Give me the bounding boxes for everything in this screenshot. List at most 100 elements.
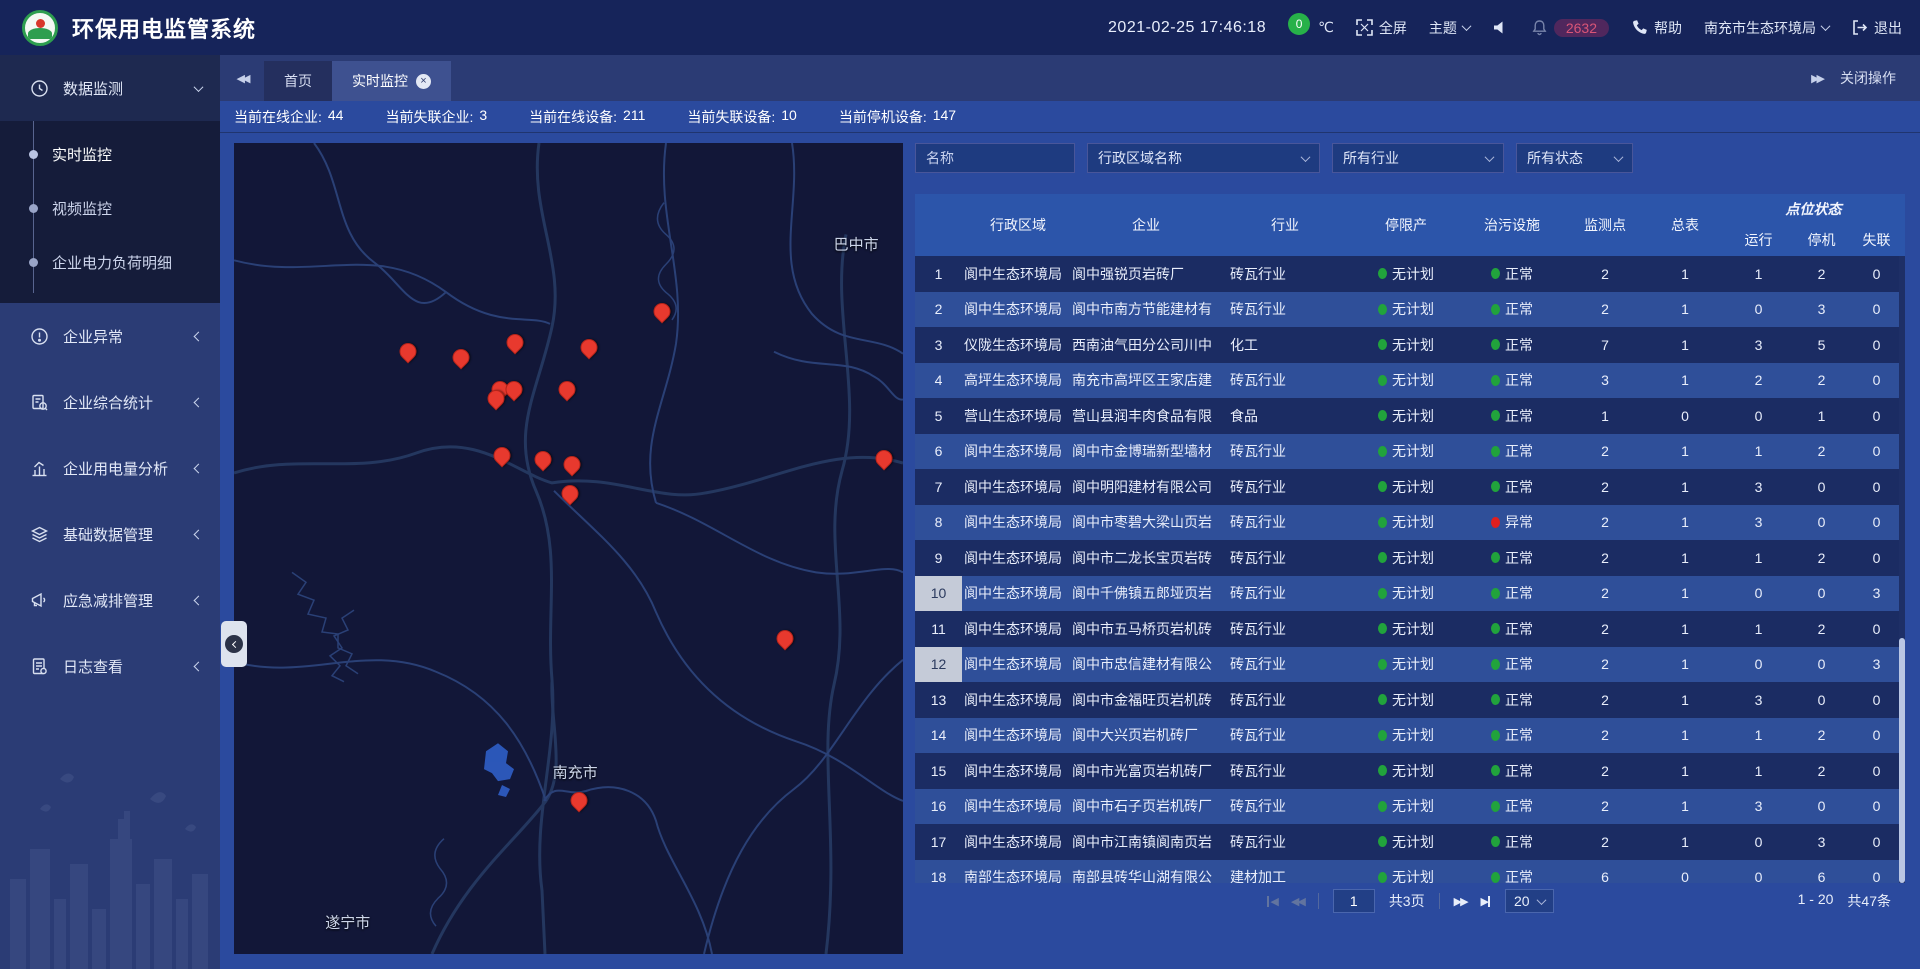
- table-row[interactable]: 11阆中生态环境局阆中市五马桥页岩机砖砖瓦行业无计划正常21120: [915, 611, 1905, 647]
- table-row[interactable]: 10阆中生态环境局阆中千佛镇五郎垭页岩砖瓦行业无计划正常21003: [915, 576, 1905, 612]
- scrollbar-thumb[interactable]: [1899, 638, 1905, 883]
- sidebar-item-realtime-monitor[interactable]: 实时监控: [0, 127, 220, 181]
- region-filter-select[interactable]: 行政区域名称: [1087, 143, 1320, 173]
- cell-facility: 正常: [1462, 398, 1562, 434]
- sidebar-item-enterprise-abnormal[interactable]: 企业异常: [0, 303, 220, 369]
- fullscreen-button[interactable]: 全屏: [1356, 18, 1407, 38]
- cell-region: 阆中生态环境局: [962, 292, 1072, 328]
- page-size-select[interactable]: 20: [1505, 889, 1554, 913]
- header-lost: 失联: [1848, 224, 1905, 256]
- sidebar-item-power-analysis[interactable]: 企业用电量分析: [0, 435, 220, 501]
- cell-region: 高坪生态环境局: [962, 363, 1072, 399]
- table-row[interactable]: 1阆中生态环境局阆中强锐页岩砖厂砖瓦行业无计划正常21120: [915, 256, 1905, 292]
- cell-stop: 0: [1795, 469, 1848, 505]
- cell-run: 0: [1722, 292, 1795, 328]
- cell-region: 仪陇生态环境局: [962, 327, 1072, 363]
- first-page-icon[interactable]: ◀: [1266, 895, 1276, 908]
- cell-num: 13: [915, 682, 962, 718]
- table-row[interactable]: 16阆中生态环境局阆中市石子页岩机砖厂砖瓦行业无计划正常21300: [915, 789, 1905, 825]
- theme-dropdown[interactable]: 主题: [1429, 18, 1470, 38]
- status-dot-green: [1491, 623, 1500, 634]
- cell-lost: 0: [1848, 327, 1905, 363]
- prev-page-icon[interactable]: ◀◀: [1291, 895, 1304, 908]
- sidebar-item-enterprise-statistics[interactable]: 企业综合统计: [0, 369, 220, 435]
- notification-badge: 2632: [1554, 19, 1609, 37]
- sidebar-item-base-data[interactable]: 基础数据管理: [0, 501, 220, 567]
- sidebar-item-data-monitor[interactable]: 数据监测: [0, 55, 220, 121]
- status-dot-green: [1491, 304, 1500, 315]
- sidebar-item-power-load-detail[interactable]: 企业电力负荷明细: [0, 235, 220, 289]
- cell-industry: 砖瓦行业: [1220, 292, 1350, 328]
- cell-lost: 0: [1848, 256, 1905, 292]
- help-button[interactable]: 帮助: [1631, 18, 1682, 38]
- cell-region: 阆中生态环境局: [962, 611, 1072, 647]
- table-row[interactable]: 6阆中生态环境局阆中市金博瑞新型墙材砖瓦行业无计划正常21120: [915, 434, 1905, 470]
- sound-button[interactable]: [1492, 19, 1509, 36]
- cell-points: 2: [1562, 718, 1648, 754]
- table-row[interactable]: 8阆中生态环境局阆中市枣碧大梁山页岩砖瓦行业无计划异常21300: [915, 505, 1905, 541]
- table-row[interactable]: 5营山生态环境局营山县润丰肉食品有限食品无计划正常10010: [915, 398, 1905, 434]
- cell-company: 阆中市枣碧大梁山页岩: [1072, 505, 1220, 541]
- table-row[interactable]: 15阆中生态环境局阆中市光富页岩机砖厂砖瓦行业无计划正常21120: [915, 753, 1905, 789]
- status-dot-red: [1491, 517, 1500, 528]
- cell-region: 阆中生态环境局: [962, 824, 1072, 860]
- table-row[interactable]: 7阆中生态环境局阆中明阳建材有限公司砖瓦行业无计划正常21300: [915, 469, 1905, 505]
- tab-realtime-monitor[interactable]: 实时监控 ×: [332, 61, 451, 101]
- cell-stop: 0: [1795, 576, 1848, 612]
- next-page-icon[interactable]: ▶▶: [1454, 895, 1467, 908]
- cell-region: 阆中生态环境局: [962, 434, 1072, 470]
- cell-run: 0: [1722, 824, 1795, 860]
- table-row[interactable]: 12阆中生态环境局阆中市忠信建材有限公砖瓦行业无计划正常21003: [915, 647, 1905, 683]
- log-file-icon: [30, 657, 49, 676]
- table-row[interactable]: 18南部生态环境局南部县砖华山湖有限公建材加工无计划正常60060: [915, 860, 1905, 884]
- notifications[interactable]: 2632: [1531, 19, 1609, 37]
- bar-chart-icon: [30, 459, 49, 478]
- pager-divider: [1318, 893, 1319, 909]
- table-row[interactable]: 3仪陇生态环境局西南油气田分公司川中化工无计划正常71350: [915, 327, 1905, 363]
- table-header: 行政区域 企业 行业 停限产 治污设施 监测点 总表 点位状态 运行: [915, 194, 1905, 256]
- table-row[interactable]: 17阆中生态环境局阆中市江南镇阆南页岩砖瓦行业无计划正常21030: [915, 824, 1905, 860]
- chevron-down-icon: [1485, 152, 1495, 162]
- sidebar-item-emergency-reduction[interactable]: 应急减排管理: [0, 567, 220, 633]
- table-row[interactable]: 4高坪生态环境局南充市高坪区王家店建砖瓦行业无计划正常31220: [915, 363, 1905, 399]
- table-row[interactable]: 13阆中生态环境局阆中市金福旺页岩机砖砖瓦行业无计划正常21300: [915, 682, 1905, 718]
- name-filter-input[interactable]: [926, 150, 1064, 166]
- page-number-input[interactable]: [1333, 889, 1375, 913]
- logout-button[interactable]: 退出: [1851, 18, 1902, 38]
- close-operations[interactable]: ▶▶ 关闭操作: [1787, 55, 1920, 101]
- sidebar-item-video-monitor[interactable]: 视频监控: [0, 181, 220, 235]
- cell-meters: 1: [1648, 611, 1722, 647]
- cell-stop: 1: [1795, 398, 1848, 434]
- status-dot-green: [1378, 836, 1387, 847]
- tab-scroll-left-icon[interactable]: ◀◀: [220, 55, 264, 101]
- cell-run: 1: [1722, 753, 1795, 789]
- name-filter-field[interactable]: [915, 143, 1075, 173]
- tab-scroll-right-icon[interactable]: ▶▶: [1811, 72, 1822, 85]
- table-row[interactable]: 14阆中生态环境局阆中大兴页岩机砖厂砖瓦行业无计划正常21120: [915, 718, 1905, 754]
- cell-run: 0: [1722, 647, 1795, 683]
- map-collapse-button[interactable]: [221, 621, 247, 667]
- chevron-down-icon: [1301, 152, 1311, 162]
- header-index: [915, 194, 962, 256]
- cell-industry: 化工: [1220, 327, 1350, 363]
- cell-run: 0: [1722, 576, 1795, 612]
- cell-num: 18: [915, 860, 962, 884]
- last-page-icon[interactable]: ▶: [1481, 895, 1491, 908]
- sidebar-item-log-view[interactable]: 日志查看: [0, 633, 220, 699]
- cell-run: 3: [1722, 682, 1795, 718]
- status-filter-select[interactable]: 所有状态: [1516, 143, 1633, 173]
- map-panel[interactable]: 巴中市 南充市 遂宁市: [234, 143, 903, 954]
- industry-filter-select[interactable]: 所有行业: [1332, 143, 1504, 173]
- cell-industry: 建材加工: [1220, 860, 1350, 884]
- table-row[interactable]: 9阆中生态环境局阆中市二龙长宝页岩砖砖瓦行业无计划正常21120: [915, 540, 1905, 576]
- table-row[interactable]: 2阆中生态环境局阆中市南方节能建材有砖瓦行业无计划正常21030: [915, 292, 1905, 328]
- cell-industry: 砖瓦行业: [1220, 434, 1350, 470]
- tab-home[interactable]: 首页: [264, 61, 332, 101]
- cell-industry: 砖瓦行业: [1220, 540, 1350, 576]
- chevron-down-icon: [1821, 21, 1831, 31]
- status-dot-green: [1491, 552, 1500, 563]
- cell-industry: 砖瓦行业: [1220, 611, 1350, 647]
- chevron-down-icon: [1614, 152, 1624, 162]
- org-dropdown[interactable]: 南充市生态环境局: [1704, 18, 1829, 38]
- tab-close-icon[interactable]: ×: [416, 74, 431, 89]
